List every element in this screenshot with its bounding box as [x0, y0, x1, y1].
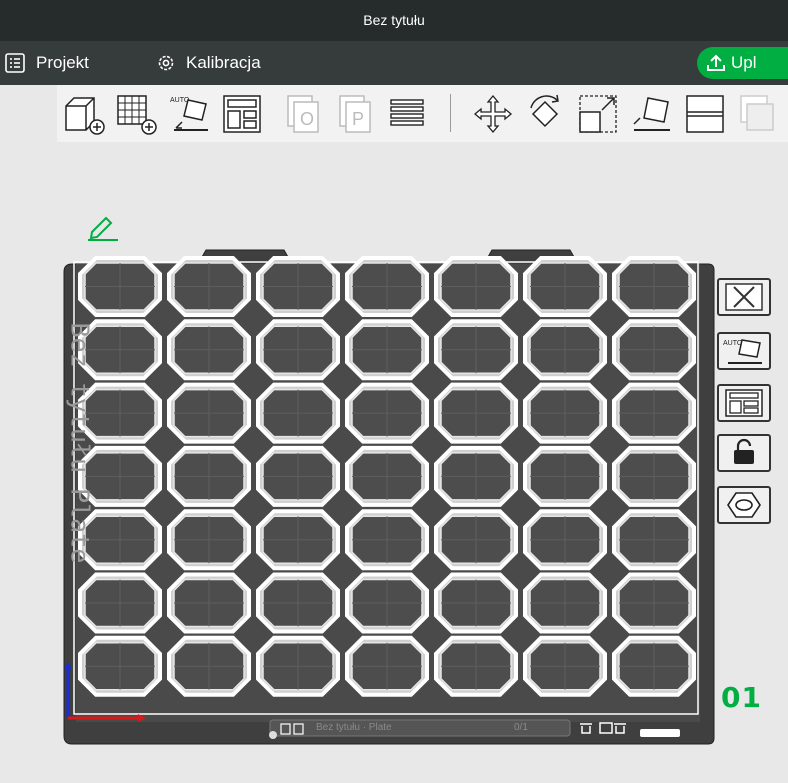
- plate-arrange-button[interactable]: [717, 384, 771, 422]
- plate-lock-button[interactable]: [717, 434, 771, 472]
- close-icon: [725, 283, 763, 311]
- build-plate[interactable]: [0, 0, 788, 783]
- plate-close-button[interactable]: [717, 278, 771, 316]
- plate-hover-label: Bez tytułu · Plate: [316, 722, 392, 733]
- plate-settings-button[interactable]: [717, 486, 771, 524]
- plate-name-label: Bez tytułu Plate: [65, 322, 95, 564]
- plate-auto-orient-button[interactable]: AUTO: [717, 332, 771, 370]
- svg-text:AUTO: AUTO: [723, 340, 743, 347]
- plate-hover-stat: 0/1: [514, 722, 528, 733]
- auto-orient-icon: AUTO: [723, 339, 762, 364]
- settings-icon: [727, 492, 761, 518]
- lock-icon: [734, 438, 754, 464]
- arrange-icon: [725, 389, 763, 417]
- plate-number[interactable]: 01: [721, 681, 762, 714]
